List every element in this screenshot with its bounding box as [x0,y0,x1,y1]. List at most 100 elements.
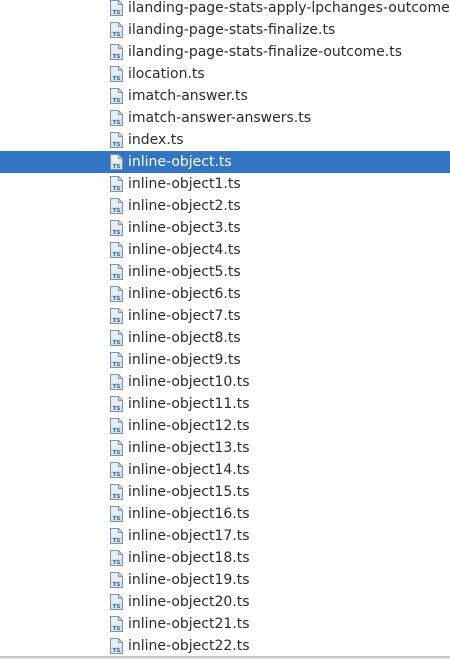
file-tree-item[interactable]: TS inline-object9.ts [0,349,450,371]
ts-icon-text: TS [113,560,121,566]
file-tree-item[interactable]: TS inline-object22.ts [0,635,450,657]
typescript-file-icon: TS [110,308,123,324]
typescript-file-icon: TS [110,198,123,214]
ts-icon-text: TS [113,362,121,368]
file-name-label: inline-object1.ts [128,176,241,192]
file-name-label: inline-object13.ts [128,440,250,456]
file-tree-item[interactable]: TS inline-object16.ts [0,503,450,525]
typescript-file-icon: TS [110,352,123,368]
typescript-file-icon: TS [110,440,123,456]
ts-icon-text: TS [113,120,121,126]
typescript-file-icon: TS [110,88,123,104]
typescript-file-icon: TS [110,550,123,566]
file-name-label: ilocation.ts [128,66,205,82]
file-name-label: inline-object5.ts [128,264,241,280]
file-name-label: inline-object15.ts [128,484,250,500]
file-name-label: inline-object7.ts [128,308,241,324]
file-name-label: inline-object2.ts [128,198,241,214]
file-tree-item[interactable]: TS ilanding-page-stats-finalize-outcome.t… [0,41,450,63]
typescript-file-icon: TS [110,396,123,412]
typescript-file-icon: TS [110,220,123,236]
file-tree-item[interactable]: TS inline-object17.ts [0,525,450,547]
ts-icon-text: TS [113,472,121,478]
file-name-label: imatch-answer-answers.ts [128,110,312,126]
file-tree-item[interactable]: TS inline-object10.ts [0,371,450,393]
file-tree-item[interactable]: TS ilanding-page-stats-apply-lpchanges-ou… [0,0,450,19]
typescript-file-icon: TS [110,616,123,632]
file-name-label: inline-object10.ts [128,374,250,390]
ts-icon-text: TS [113,252,121,258]
typescript-file-icon: TS [110,110,123,126]
typescript-file-icon: TS [110,44,123,60]
typescript-file-icon: TS [110,572,123,588]
ts-icon-text: TS [113,538,121,544]
file-tree: TS ilanding-page-stats-apply-lpchanges-ou… [0,0,450,657]
file-name-label: inline-object22.ts [128,638,250,654]
file-tree-item[interactable]: TS inline-object12.ts [0,415,450,437]
typescript-file-icon: TS [110,286,123,302]
file-name-label: inline-object14.ts [128,462,250,478]
file-tree-item[interactable]: TS ilocation.ts [0,63,450,85]
typescript-file-icon: TS [110,66,123,82]
typescript-file-icon: TS [110,154,123,170]
ts-icon-text: TS [113,32,121,38]
file-tree-item[interactable]: TS inline-object8.ts [0,327,450,349]
file-name-label: inline-object20.ts [128,594,250,610]
ts-icon-text: TS [113,208,121,214]
ts-icon-text: TS [113,54,121,60]
ts-icon-text: TS [113,582,121,588]
file-tree-item[interactable]: TS inline-object.ts [0,151,450,173]
ts-icon-text: TS [113,164,121,170]
file-tree-item[interactable]: TS inline-object7.ts [0,305,450,327]
file-tree-item[interactable]: TS inline-object20.ts [0,591,450,613]
file-name-label: ilanding-page-stats-apply-lpchanges-outc… [128,0,450,16]
file-tree-item[interactable]: TS inline-object13.ts [0,437,450,459]
file-name-label: inline-object9.ts [128,352,241,368]
ts-icon-text: TS [113,406,121,412]
file-name-label: inline-object16.ts [128,506,250,522]
file-tree-item[interactable]: TS inline-object18.ts [0,547,450,569]
file-tree-item[interactable]: TS inline-object19.ts [0,569,450,591]
file-name-label: inline-object19.ts [128,572,250,588]
file-tree-item[interactable]: TS inline-object11.ts [0,393,450,415]
file-name-label: inline-object12.ts [128,418,250,434]
typescript-file-icon: TS [110,484,123,500]
file-tree-item[interactable]: TS inline-object21.ts [0,613,450,635]
file-tree-item[interactable]: TS ilanding-page-stats-finalize.ts [0,19,450,41]
file-name-label: index.ts [128,132,184,148]
file-name-label: inline-object.ts [128,154,232,170]
typescript-file-icon: TS [110,528,123,544]
file-tree-item[interactable]: TS imatch-answer.ts [0,85,450,107]
ts-icon-text: TS [113,318,121,324]
ts-icon-text: TS [113,230,121,236]
ts-icon-text: TS [113,450,121,456]
file-tree-item[interactable]: TS index.ts [0,129,450,151]
file-name-label: inline-object18.ts [128,550,250,566]
file-tree-item[interactable]: TS inline-object15.ts [0,481,450,503]
typescript-file-icon: TS [110,506,123,522]
typescript-file-icon: TS [110,0,123,16]
ts-icon-text: TS [113,274,121,280]
file-name-label: inline-object8.ts [128,330,241,346]
file-name-label: inline-object17.ts [128,528,250,544]
typescript-file-icon: TS [110,242,123,258]
ts-icon-text: TS [113,76,121,82]
file-tree-item[interactable]: TS inline-object3.ts [0,217,450,239]
file-name-label: ilanding-page-stats-finalize-outcome.ts [128,44,403,60]
file-tree-item[interactable]: TS inline-object4.ts [0,239,450,261]
file-tree-item[interactable]: TS inline-object6.ts [0,283,450,305]
ts-icon-text: TS [113,604,121,610]
file-tree-item[interactable]: TS inline-object14.ts [0,459,450,481]
file-tree-item[interactable]: TS inline-object2.ts [0,195,450,217]
file-name-label: inline-object3.ts [128,220,241,236]
ts-icon-text: TS [113,142,121,148]
file-tree-item[interactable]: TS imatch-answer-answers.ts [0,107,450,129]
file-tree-item[interactable]: TS inline-object1.ts [0,173,450,195]
file-name-label: inline-object4.ts [128,242,241,258]
ts-icon-text: TS [113,516,121,522]
ts-icon-text: TS [113,626,121,632]
file-tree-item[interactable]: TS inline-object5.ts [0,261,450,283]
file-name-label: ilanding-page-stats-finalize.ts [128,22,336,38]
typescript-file-icon: TS [110,330,123,346]
file-name-label: imatch-answer.ts [128,88,248,104]
